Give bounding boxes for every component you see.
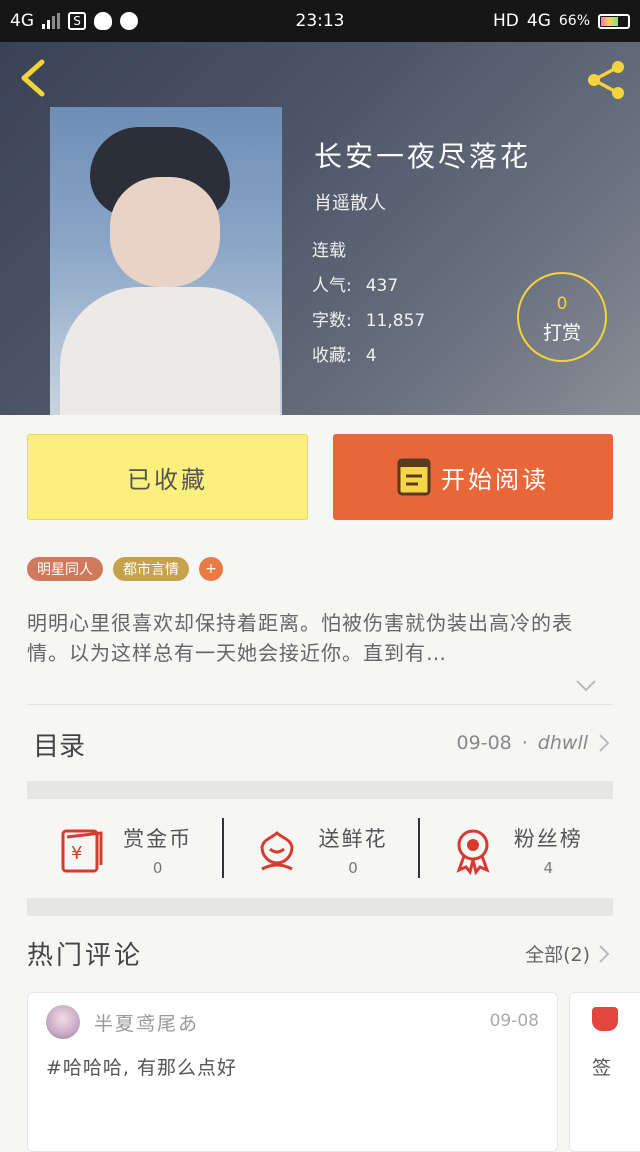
support-stats: ¥ 赏金币 0 送鲜花 0 粉丝榜 4 bbox=[27, 800, 613, 900]
toc-date: 09-08 bbox=[456, 732, 512, 754]
book-title: 长安一夜尽落花 bbox=[314, 140, 532, 173]
stat-fans-label: 粉丝榜 bbox=[513, 827, 583, 851]
comment-card-next[interactable]: 签 bbox=[569, 992, 640, 1152]
share-button[interactable] bbox=[584, 58, 628, 102]
svg-text:¥: ¥ bbox=[71, 843, 82, 864]
medal-icon bbox=[456, 829, 490, 875]
toc-latest-chapter: dhwll bbox=[537, 732, 588, 754]
word-count-row: 字数: 11,857 bbox=[312, 306, 425, 331]
cover-art-body bbox=[60, 287, 280, 415]
chevron-right-icon bbox=[599, 944, 610, 963]
network-label-right: 4G bbox=[526, 11, 551, 31]
divider bbox=[27, 704, 613, 705]
start-reading-button[interactable]: 开始阅读 bbox=[333, 434, 613, 520]
comment-text-next: 签 bbox=[592, 1057, 612, 1079]
stat-fans[interactable]: 粉丝榜 4 bbox=[417, 800, 613, 900]
chevron-down-icon bbox=[576, 680, 596, 692]
toc-separator: · bbox=[521, 732, 528, 754]
red-envelope-icon: ¥ bbox=[61, 829, 103, 873]
battery-percent: 66% bbox=[558, 13, 590, 29]
reward-label: 打赏 bbox=[542, 322, 581, 344]
stat-flowers-value: 0 bbox=[348, 859, 358, 877]
toc-latest[interactable]: 09-08 · dhwll bbox=[457, 732, 610, 754]
favorites-label: 收藏: bbox=[312, 346, 352, 366]
avatar[interactable] bbox=[46, 1005, 80, 1039]
comment-card[interactable]: 半夏鸢尾あ 09-08 #哈哈哈, 有那么点好 bbox=[27, 992, 558, 1152]
battery-icon bbox=[598, 13, 630, 29]
popularity-label: 人气: bbox=[312, 276, 352, 296]
expand-description-button[interactable] bbox=[575, 678, 597, 692]
comment-username[interactable]: 半夏鸢尾あ bbox=[94, 1009, 199, 1036]
toc-title[interactable]: 目录 bbox=[33, 726, 85, 763]
stat-coins[interactable]: ¥ 赏金币 0 bbox=[27, 800, 222, 900]
stat-coins-label: 赏金币 bbox=[123, 827, 193, 851]
flower-icon bbox=[260, 831, 294, 871]
chevron-left-icon bbox=[21, 59, 45, 97]
cover-art-face bbox=[110, 177, 220, 287]
status-bar: 4G S 23:13 HD 4G 66% bbox=[0, 0, 640, 42]
book-author[interactable]: 肖遥散人 bbox=[314, 189, 386, 215]
book-status: 连载 bbox=[312, 241, 346, 261]
tag-celebrity-fanfic[interactable]: 明星同人 bbox=[27, 557, 103, 581]
word-count-value: 11,857 bbox=[365, 311, 426, 331]
badge-icon bbox=[592, 1007, 618, 1031]
book-description[interactable]: 明明心里很喜欢却保持着距离。怕被伤害就伪装出高冷的表情。以为这样总有一天她会接近… bbox=[27, 608, 607, 668]
section-separator bbox=[27, 898, 613, 916]
reward-count: 0 bbox=[556, 294, 568, 314]
reward-button[interactable]: 0 打赏 bbox=[517, 272, 607, 362]
tag-list: 明星同人 都市言情 + bbox=[27, 557, 223, 581]
popularity-row: 人气: 437 bbox=[312, 271, 398, 296]
comment-date: 09-08 bbox=[489, 1011, 539, 1031]
stat-fans-value: 4 bbox=[543, 859, 554, 877]
popularity-value: 437 bbox=[365, 276, 399, 296]
add-tag-button[interactable]: + bbox=[199, 557, 223, 581]
collected-button[interactable]: 已收藏 bbox=[27, 434, 308, 520]
book-header: 长安一夜尽落花 肖遥散人 连载 人气: 437 字数: 11,857 收藏: 4 0 … bbox=[0, 42, 640, 415]
back-button[interactable] bbox=[16, 58, 52, 98]
collected-label: 已收藏 bbox=[127, 465, 208, 494]
share-icon bbox=[588, 61, 624, 99]
word-count-label: 字数: bbox=[312, 311, 352, 331]
book-cover[interactable] bbox=[50, 107, 282, 415]
favorites-row: 收藏: 4 bbox=[312, 341, 377, 366]
section-separator bbox=[27, 781, 613, 799]
chevron-right-icon bbox=[599, 734, 610, 752]
stat-flowers-label: 送鲜花 bbox=[318, 827, 388, 851]
tag-urban-romance[interactable]: 都市言情 bbox=[113, 557, 189, 581]
stat-coins-value: 0 bbox=[152, 859, 163, 877]
stat-flowers[interactable]: 送鲜花 0 bbox=[222, 800, 417, 900]
favorites-value: 4 bbox=[365, 346, 377, 366]
all-comments-label: 全部(2) bbox=[525, 944, 590, 966]
comment-text: #哈哈哈, 有那么点好 bbox=[46, 1057, 237, 1079]
hot-comments-title: 热门评论 bbox=[27, 941, 144, 971]
book-icon bbox=[397, 458, 431, 496]
hd-label: HD bbox=[493, 11, 519, 31]
all-comments-link[interactable]: 全部(2) bbox=[525, 940, 610, 967]
start-reading-label: 开始阅读 bbox=[441, 465, 549, 494]
